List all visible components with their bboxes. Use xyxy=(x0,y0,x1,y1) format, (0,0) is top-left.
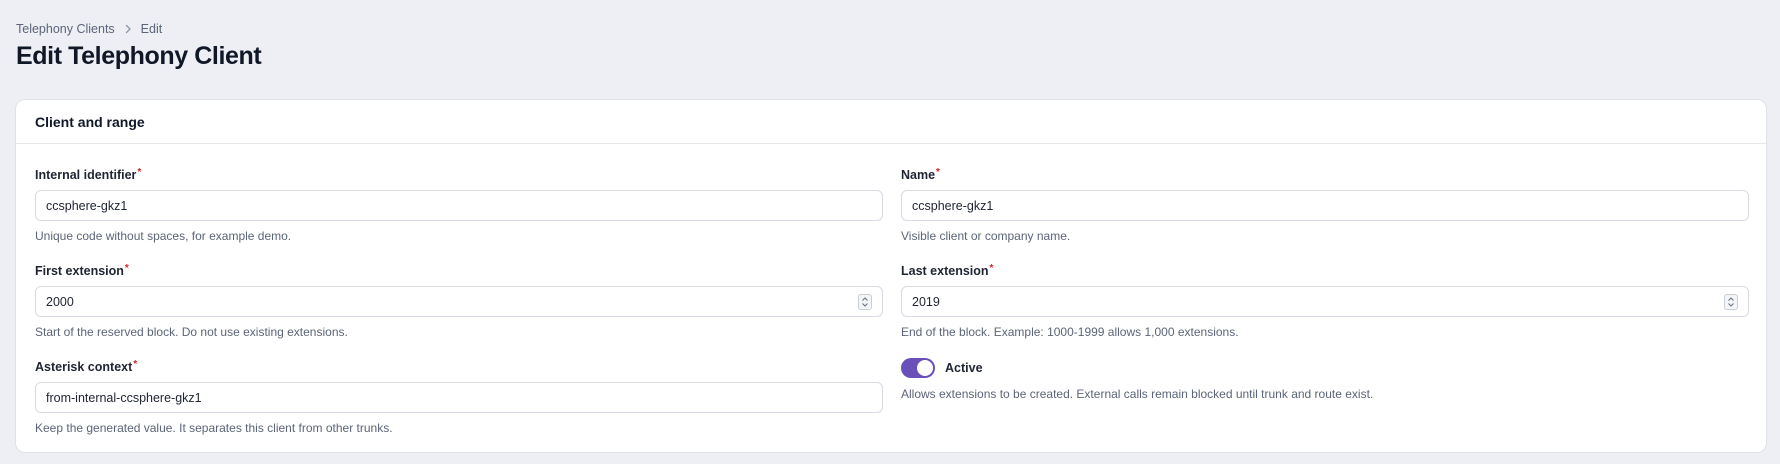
section-title: Client and range xyxy=(16,100,1766,144)
client-and-range-card: Client and range Internal identifier* cc… xyxy=(15,99,1767,453)
required-mark: * xyxy=(989,263,994,274)
page-title: Edit Telephony Client xyxy=(16,42,262,70)
name-help: Visible client or company name. xyxy=(901,229,1071,243)
last-extension-help: End of the block. Example: 1000-1999 all… xyxy=(901,325,1239,339)
required-mark: * xyxy=(124,263,129,274)
active-help: Allows extensions to be created. Externa… xyxy=(901,387,1374,401)
active-field: Active Allows extensions to be created. … xyxy=(901,358,1749,454)
first-extension-input[interactable]: 2000 xyxy=(35,286,883,317)
name-input[interactable]: ccsphere-gkz1 xyxy=(901,190,1749,221)
last-extension-field: Last extension* 2019 End of the block. E… xyxy=(901,262,1749,358)
internal-identifier-label-text: Internal identifier xyxy=(35,168,137,182)
asterisk-context-label: Asterisk context* xyxy=(35,358,883,376)
breadcrumb-link-telephony-clients[interactable]: Telephony Clients xyxy=(16,22,115,36)
asterisk-context-value: from-internal-ccsphere-gkz1 xyxy=(46,390,202,405)
required-mark: * xyxy=(936,167,940,178)
name-label: Name* xyxy=(901,166,1749,184)
active-toggle-row: Active xyxy=(901,358,1749,378)
toggle-knob xyxy=(917,360,933,376)
internal-identifier-value: ccsphere-gkz1 xyxy=(46,198,128,213)
internal-identifier-label: Internal identifier* xyxy=(35,166,883,184)
asterisk-context-field: Asterisk context* from-internal-ccsphere… xyxy=(35,358,883,454)
chevron-right-icon xyxy=(123,24,133,34)
asterisk-context-input[interactable]: from-internal-ccsphere-gkz1 xyxy=(35,382,883,413)
first-extension-label-text: First extension xyxy=(35,264,124,278)
asterisk-context-help: Keep the generated value. It separates t… xyxy=(35,421,393,435)
up-down-arrows-icon[interactable] xyxy=(858,294,872,310)
first-extension-value: 2000 xyxy=(46,294,74,309)
first-extension-help: Start of the reserved block. Do not use … xyxy=(35,325,348,339)
internal-identifier-help: Unique code without spaces, for example … xyxy=(35,229,292,243)
name-field: Name* ccsphere-gkz1 Visible client or co… xyxy=(901,166,1749,262)
asterisk-context-label-text: Asterisk context xyxy=(35,360,133,374)
last-extension-input[interactable]: 2019 xyxy=(901,286,1749,317)
required-mark: * xyxy=(133,359,138,370)
required-mark: * xyxy=(137,167,142,178)
name-value: ccsphere-gkz1 xyxy=(912,198,994,213)
internal-identifier-field: Internal identifier* ccsphere-gkz1 Uniqu… xyxy=(35,166,883,262)
name-label-text: Name xyxy=(901,168,936,182)
last-extension-label-text: Last extension xyxy=(901,264,989,278)
breadcrumb-current: Edit xyxy=(140,22,163,36)
internal-identifier-input[interactable]: ccsphere-gkz1 xyxy=(35,190,883,221)
last-extension-value: 2019 xyxy=(912,294,940,309)
first-extension-field: First extension* 2000 Start of the reser… xyxy=(35,262,883,358)
last-extension-label: Last extension* xyxy=(901,262,1749,280)
active-toggle[interactable] xyxy=(901,358,935,378)
breadcrumb: Telephony Clients Edit xyxy=(16,22,162,36)
up-down-arrows-icon[interactable] xyxy=(1724,294,1738,310)
first-extension-label: First extension* xyxy=(35,262,883,280)
active-label: Active xyxy=(945,361,983,375)
form-grid: Internal identifier* ccsphere-gkz1 Uniqu… xyxy=(35,166,1749,454)
